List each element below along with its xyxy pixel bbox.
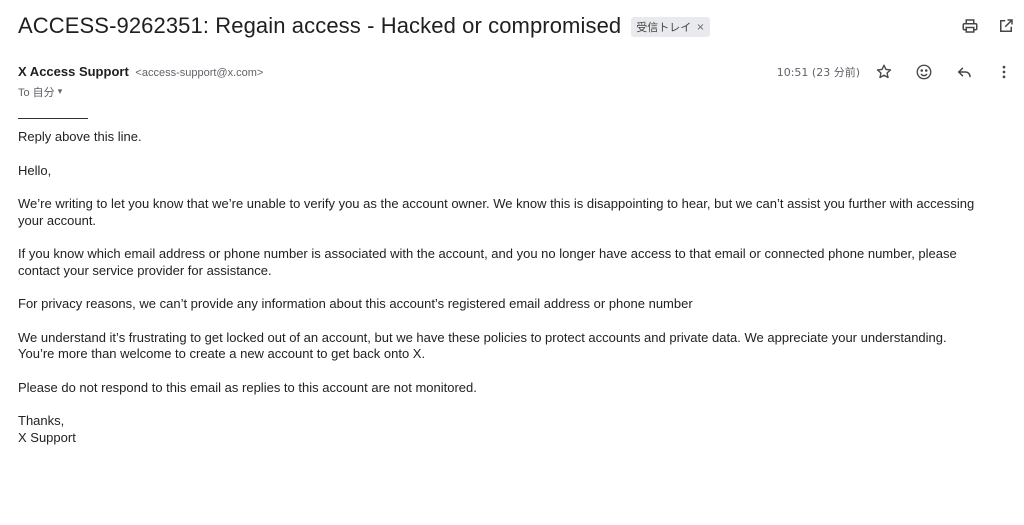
body-paragraph-4b: You’re more than welcome to create a new… [18, 346, 426, 361]
sender-email: <access-support@x.com> [135, 67, 264, 79]
star-icon[interactable] [874, 62, 894, 82]
message-meta: 10:51 (23 分前) [777, 62, 1014, 82]
chevron-down-icon[interactable]: ▾ [58, 87, 63, 97]
recipient-row[interactable]: To 自分 ▾ [18, 84, 62, 100]
sender-row: X Access Support <access-support@x.com> [18, 64, 263, 79]
remove-label-icon[interactable]: × [696, 22, 704, 33]
body-paragraph-2: If you know which email address or phone… [18, 246, 957, 278]
open-in-new-window-icon[interactable] [996, 16, 1016, 36]
email-subject-row: ACCESS-9262351: Regain access - Hacked o… [18, 13, 710, 39]
greeting: Hello, [18, 162, 52, 178]
emoji-icon[interactable] [914, 62, 934, 82]
reply-icon[interactable] [954, 62, 974, 82]
thread-actions [960, 16, 1016, 36]
inbox-label-chip[interactable]: 受信トレイ × [631, 17, 710, 37]
timestamp: 10:51 (23 分前) [776, 66, 860, 79]
signoff: Thanks, [18, 413, 65, 428]
body-paragraph-3: For privacy reasons, we can’t provide an… [18, 296, 693, 311]
email-subject: ACCESS-9262351: Regain access - Hacked o… [18, 13, 622, 38]
body-paragraph-4: We understand it’s frustrating to get lo… [18, 329, 947, 345]
body-paragraph-1: We’re writing to let you know that we’re… [18, 196, 975, 228]
signature: X Support [18, 429, 76, 445]
reply-separator [18, 118, 88, 119]
sender-name[interactable]: X Access Support [18, 64, 129, 79]
body-paragraph-5: Please do not respond to this email as r… [18, 379, 477, 395]
inbox-label-text: 受信トレイ [636, 21, 692, 34]
print-icon[interactable] [960, 16, 980, 36]
email-body: Reply above this line. Hello, We’re writ… [18, 110, 993, 463]
reply-line-text: Reply above this line. [18, 129, 142, 144]
recipient-text: To 自分 [18, 87, 55, 99]
more-vert-icon[interactable] [994, 62, 1014, 82]
